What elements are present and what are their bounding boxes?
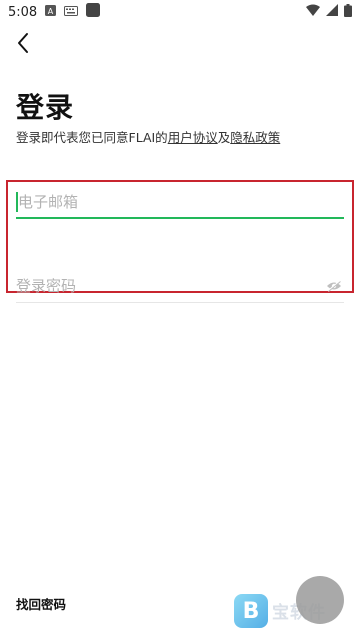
square-icon [86,3,101,21]
email-field[interactable] [16,190,344,219]
battery-icon [344,3,352,21]
user-agreement-link[interactable]: 用户协议 [168,130,218,145]
chevron-left-icon [18,33,28,53]
keyboard-icon [64,5,79,20]
privacy-policy-link[interactable]: 隐私政策 [230,130,280,145]
a-badge-icon: A [45,4,57,20]
wifi-icon [306,4,320,20]
svg-text:A: A [48,7,54,16]
back-button[interactable] [8,28,38,58]
status-right [306,3,352,21]
forgot-password-link[interactable]: 找回密码 [16,594,66,613]
eye-off-icon [327,280,341,292]
status-time: 5:08 [8,4,38,20]
text-caret [16,192,18,212]
agreement-text: 登录即代表您已同意FLAI的用户协议及隐私政策 [16,127,280,146]
password-input[interactable] [16,274,316,298]
status-bar: 5:08 A [0,0,360,24]
page-title: 登录 [16,91,75,124]
agreement-prefix: 登录即代表您已同意FLAI的 [16,130,168,145]
floating-assist-button[interactable] [296,576,344,624]
watermark-logo: B [234,594,268,628]
agreement-conjunction: 及 [217,130,231,145]
signal-icon [326,4,338,20]
password-visibility-toggle[interactable] [324,276,344,296]
status-left: 5:08 A [8,3,101,21]
password-field[interactable] [16,274,344,303]
email-input[interactable] [16,190,316,214]
